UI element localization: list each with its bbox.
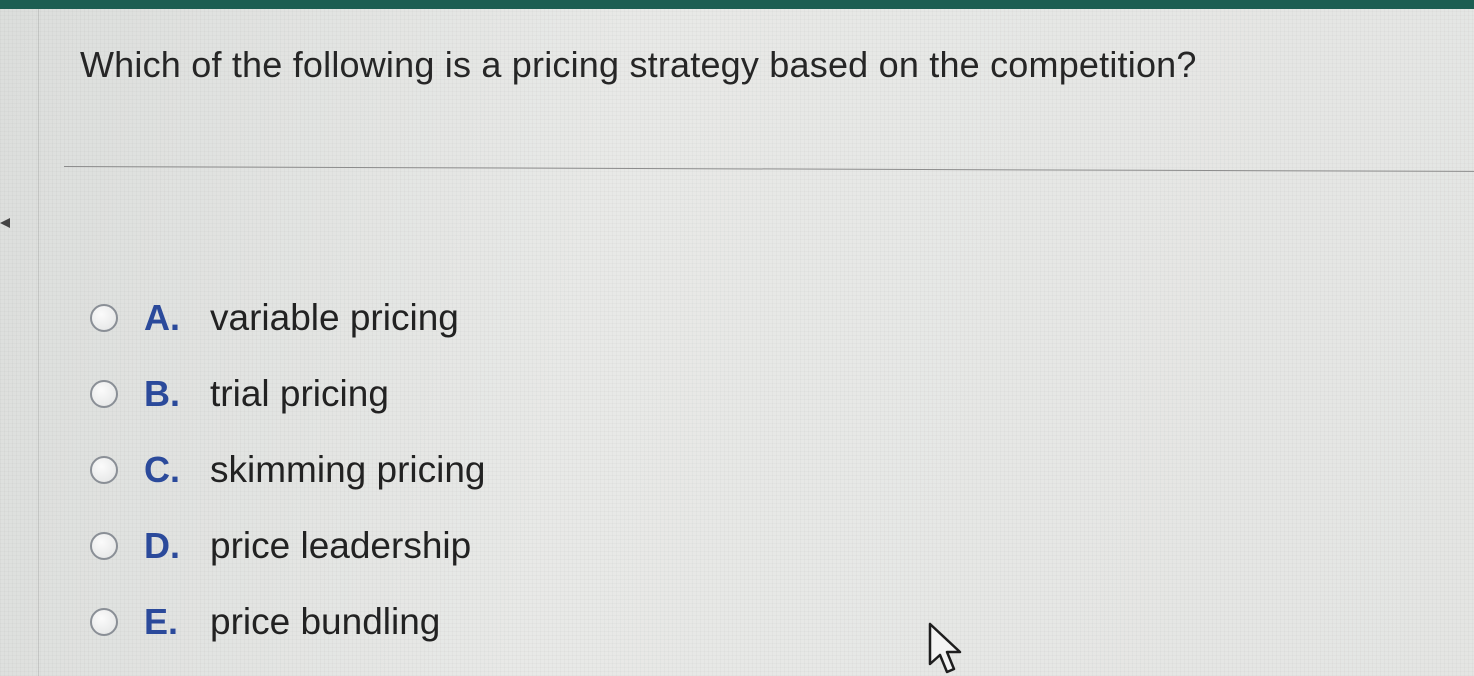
option-text[interactable]: skimming pricing — [210, 449, 486, 491]
option-text[interactable]: price leadership — [210, 525, 471, 567]
option-d[interactable]: D. price leadership — [90, 508, 486, 584]
quiz-page: Which of the following is a pricing stra… — [0, 0, 1474, 676]
option-c[interactable]: C. skimming pricing — [90, 432, 486, 508]
option-a[interactable]: A. variable pricing — [90, 280, 486, 356]
radio-button[interactable] — [90, 532, 118, 560]
top-bar — [0, 0, 1474, 9]
answer-options: A. variable pricing B. trial pricing C. … — [90, 280, 486, 660]
option-e[interactable]: E. price bundling — [90, 584, 486, 660]
option-letter: A. — [144, 297, 180, 338]
mouse-cursor-icon — [928, 622, 962, 674]
radio-button[interactable] — [90, 608, 118, 636]
option-letter: D. — [144, 525, 180, 566]
option-text[interactable]: trial pricing — [210, 373, 389, 415]
question-text: Which of the following is a pricing stra… — [80, 44, 1197, 85]
option-text[interactable]: price bundling — [210, 601, 440, 643]
panel-edge — [38, 9, 39, 676]
option-letter: B. — [144, 373, 180, 414]
radio-button[interactable] — [90, 304, 118, 332]
radio-button[interactable] — [90, 456, 118, 484]
option-letter: C. — [144, 449, 180, 490]
collapse-arrow-icon[interactable] — [0, 218, 10, 228]
option-letter: E. — [144, 601, 179, 642]
option-b[interactable]: B. trial pricing — [90, 356, 486, 432]
option-text[interactable]: variable pricing — [210, 297, 459, 339]
radio-button[interactable] — [90, 380, 118, 408]
divider — [63, 166, 1474, 172]
